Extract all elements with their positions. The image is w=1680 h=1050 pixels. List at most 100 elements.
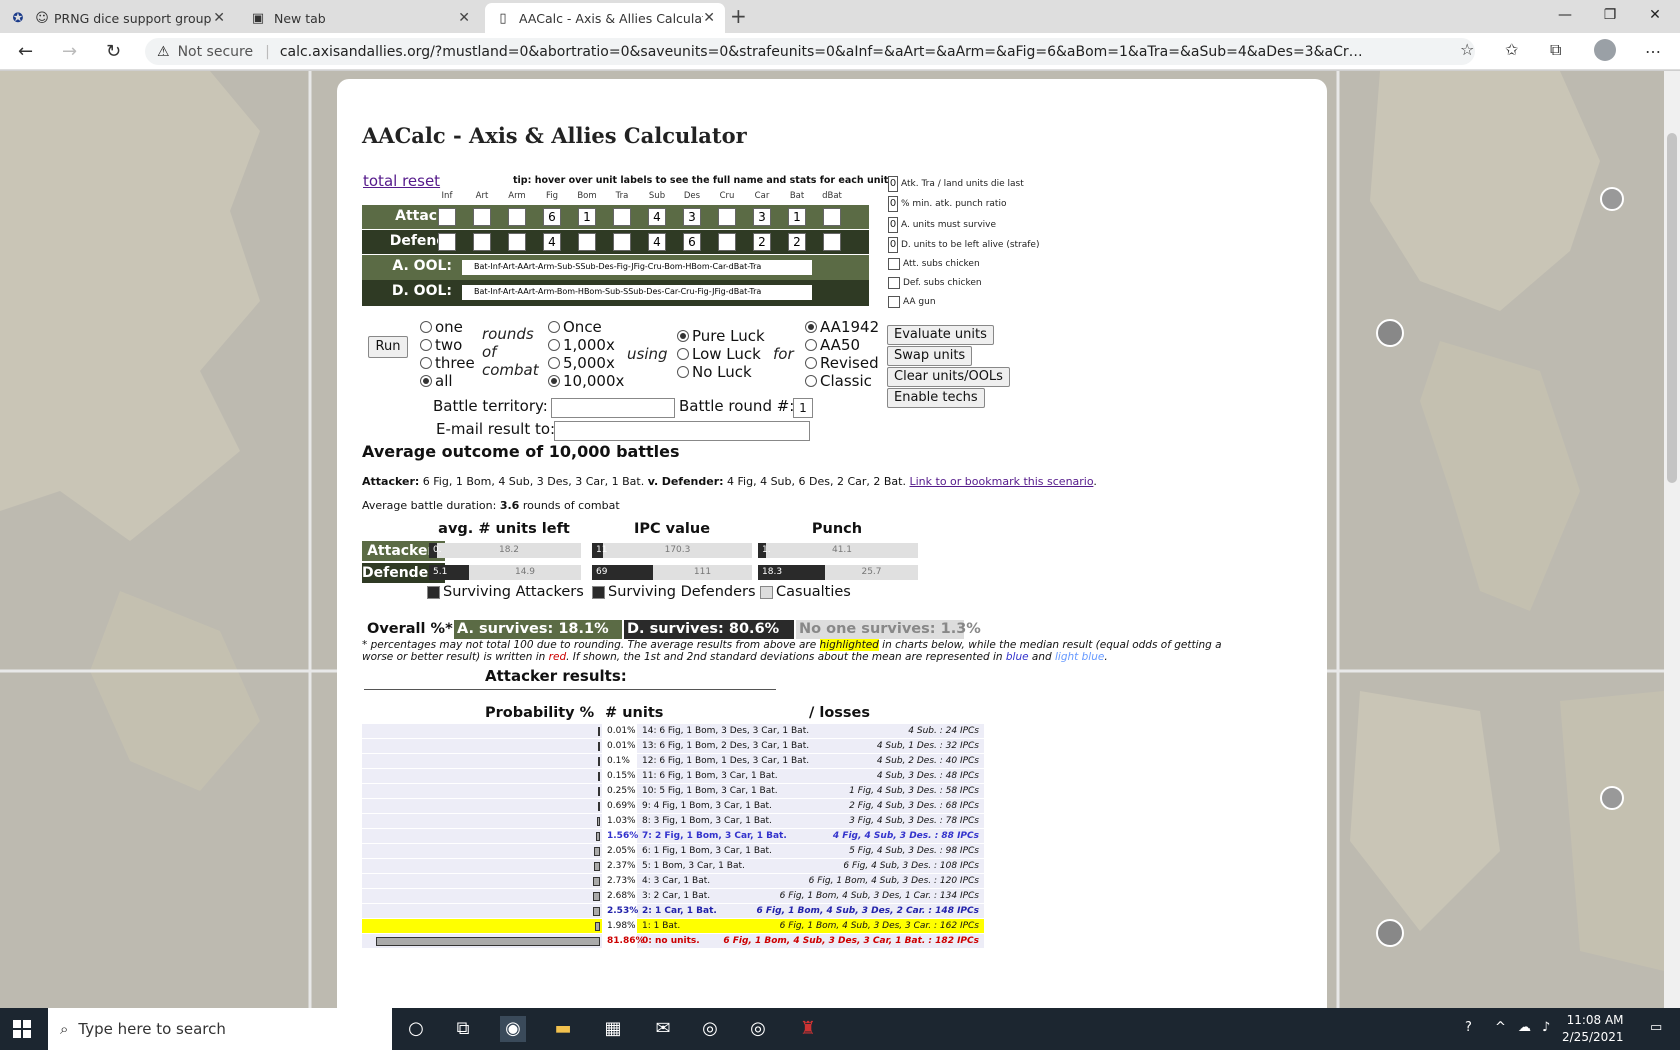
attack-input[interactable] [473, 208, 491, 226]
def-subs-chicken-checkbox[interactable] [888, 277, 900, 289]
defend-input[interactable]: 4 [543, 233, 561, 251]
enable-techs-button[interactable]: Enable techs [887, 388, 985, 408]
minimize-button[interactable]: — [1540, 0, 1590, 30]
defend-input[interactable] [508, 233, 526, 251]
unit-header[interactable]: Bat [782, 191, 812, 201]
notifications-icon[interactable]: ▭ [1650, 1020, 1662, 1035]
rounds-radio[interactable]: one [420, 318, 463, 336]
aool-input[interactable]: Bat-Inf-Art-AArt-Arm-Sub-SSub-Des-Fig-JF… [462, 260, 812, 275]
attack-input[interactable] [823, 208, 841, 226]
unit-header[interactable]: Arm [502, 191, 532, 201]
times-radio[interactable]: 5,000x [548, 354, 615, 372]
reload-icon[interactable]: ↻ [106, 41, 121, 62]
total-reset-link[interactable]: total reset [363, 172, 440, 190]
store-icon[interactable]: ▦ [600, 1016, 626, 1042]
game-icon[interactable]: ♜ [795, 1016, 821, 1042]
defend-input[interactable]: 6 [683, 233, 701, 251]
attack-input[interactable] [613, 208, 631, 226]
tab-prng[interactable]: ✪ ☺ PRNG dice support group ✕ [0, 3, 235, 33]
defend-input[interactable]: 4 [648, 233, 666, 251]
unit-header[interactable]: dBat [817, 191, 847, 201]
back-icon[interactable]: ← [18, 41, 33, 62]
edition-radio[interactable]: Classic [805, 372, 872, 390]
unit-header[interactable]: Car [747, 191, 777, 201]
address-bar[interactable]: ⚠ Not secure | calc.axisandallies.org/?m… [145, 38, 1475, 65]
unit-header[interactable]: Sub [642, 191, 672, 201]
page-scrollbar[interactable] [1664, 71, 1680, 1008]
run-button[interactable]: Run [368, 336, 408, 358]
file-explorer-icon[interactable]: ▬ [550, 1016, 576, 1042]
clear-units-button[interactable]: Clear units/OOLs [887, 367, 1010, 387]
times-radio[interactable]: 10,000x [548, 372, 624, 390]
bookmark-link[interactable]: Link to or bookmark this scenario [909, 475, 1093, 488]
attack-input[interactable]: 3 [753, 208, 771, 226]
option-input[interactable]: 0 [888, 196, 898, 212]
cloud-icon[interactable]: ☁ [1518, 1020, 1531, 1035]
attack-input[interactable] [718, 208, 736, 226]
defend-input[interactable] [473, 233, 491, 251]
defend-input[interactable] [438, 233, 456, 251]
unit-header[interactable]: Des [677, 191, 707, 201]
evaluate-units-button[interactable]: Evaluate units [887, 325, 994, 345]
help-icon[interactable]: ? [1465, 1020, 1472, 1035]
attack-input[interactable] [438, 208, 456, 226]
option-input[interactable]: 0 [888, 237, 898, 253]
att-subs-chicken-checkbox[interactable] [888, 258, 900, 270]
unit-header[interactable]: Cru [712, 191, 742, 201]
taskbar-search[interactable]: ⌕ Type here to search [48, 1008, 392, 1050]
times-radio[interactable]: Once [548, 318, 602, 336]
attack-input[interactable]: 1 [788, 208, 806, 226]
cortana-icon[interactable]: ○ [403, 1016, 429, 1042]
attack-input[interactable]: 6 [543, 208, 561, 226]
unit-header[interactable]: Art [467, 191, 497, 201]
dool-input[interactable]: Bat-Inf-Art-AArt-Arm-Bom-HBom-Sub-SSub-D… [462, 285, 812, 300]
tab-newtab[interactable]: ▣ New tab ✕ [240, 3, 480, 33]
favorites-icon[interactable]: ✩ [1505, 40, 1518, 59]
defend-input[interactable]: 2 [753, 233, 771, 251]
tray-chevron-icon[interactable]: ^ [1495, 1020, 1506, 1035]
close-window-button[interactable]: ✕ [1630, 0, 1680, 30]
steam-icon[interactable]: ◎ [697, 1016, 723, 1042]
new-tab-button[interactable]: + [730, 4, 747, 28]
email-input[interactable] [554, 421, 810, 441]
unit-header[interactable]: Tra [607, 191, 637, 201]
aa-gun-checkbox[interactable] [888, 296, 900, 308]
edition-radio[interactable]: AA50 [805, 336, 860, 354]
profile-avatar[interactable] [1594, 39, 1616, 61]
edition-radio[interactable]: AA1942 [805, 318, 879, 336]
option-input[interactable]: 0 [888, 217, 898, 233]
forward-icon[interactable]: → [62, 41, 77, 62]
rounds-radio[interactable]: two [420, 336, 462, 354]
favorite-add-icon[interactable]: ☆ [1460, 40, 1474, 59]
times-radio[interactable]: 1,000x [548, 336, 615, 354]
luck-radio[interactable]: Pure Luck [677, 327, 765, 345]
clock[interactable]: 11:08 AM 2/25/2021 [1562, 1012, 1624, 1046]
attack-input[interactable]: 4 [648, 208, 666, 226]
attack-input[interactable]: 3 [683, 208, 701, 226]
defend-input[interactable]: 2 [788, 233, 806, 251]
windows-start-icon[interactable] [13, 1020, 31, 1038]
tab-aacalc[interactable]: ▯ AACalc - Axis & Allies Calculator ✕ [485, 3, 725, 33]
attack-input[interactable] [508, 208, 526, 226]
round-input[interactable]: 1 [793, 398, 813, 418]
volume-icon[interactable]: ♪ [1542, 1020, 1550, 1035]
luck-radio[interactable]: No Luck [677, 363, 752, 381]
rounds-radio[interactable]: all [420, 372, 453, 390]
scrollbar-thumb[interactable] [1667, 133, 1677, 483]
edition-radio[interactable]: Revised [805, 354, 879, 372]
territory-input[interactable] [551, 398, 675, 418]
unit-header[interactable]: Inf [432, 191, 462, 201]
more-icon[interactable]: … [1645, 38, 1661, 57]
close-tab-icon[interactable]: ✕ [213, 10, 225, 26]
close-tab-icon[interactable]: ✕ [703, 10, 715, 26]
close-tab-icon[interactable]: ✕ [458, 10, 470, 26]
steam-icon[interactable]: ◎ [745, 1016, 771, 1042]
unit-header[interactable]: Bom [572, 191, 602, 201]
option-input[interactable]: 0 [888, 176, 898, 192]
defend-input[interactable] [613, 233, 631, 251]
defend-input[interactable] [823, 233, 841, 251]
mail-icon[interactable]: ✉ [650, 1016, 676, 1042]
attack-input[interactable]: 1 [578, 208, 596, 226]
defend-input[interactable] [718, 233, 736, 251]
task-view-icon[interactable]: ⧉ [450, 1016, 476, 1042]
